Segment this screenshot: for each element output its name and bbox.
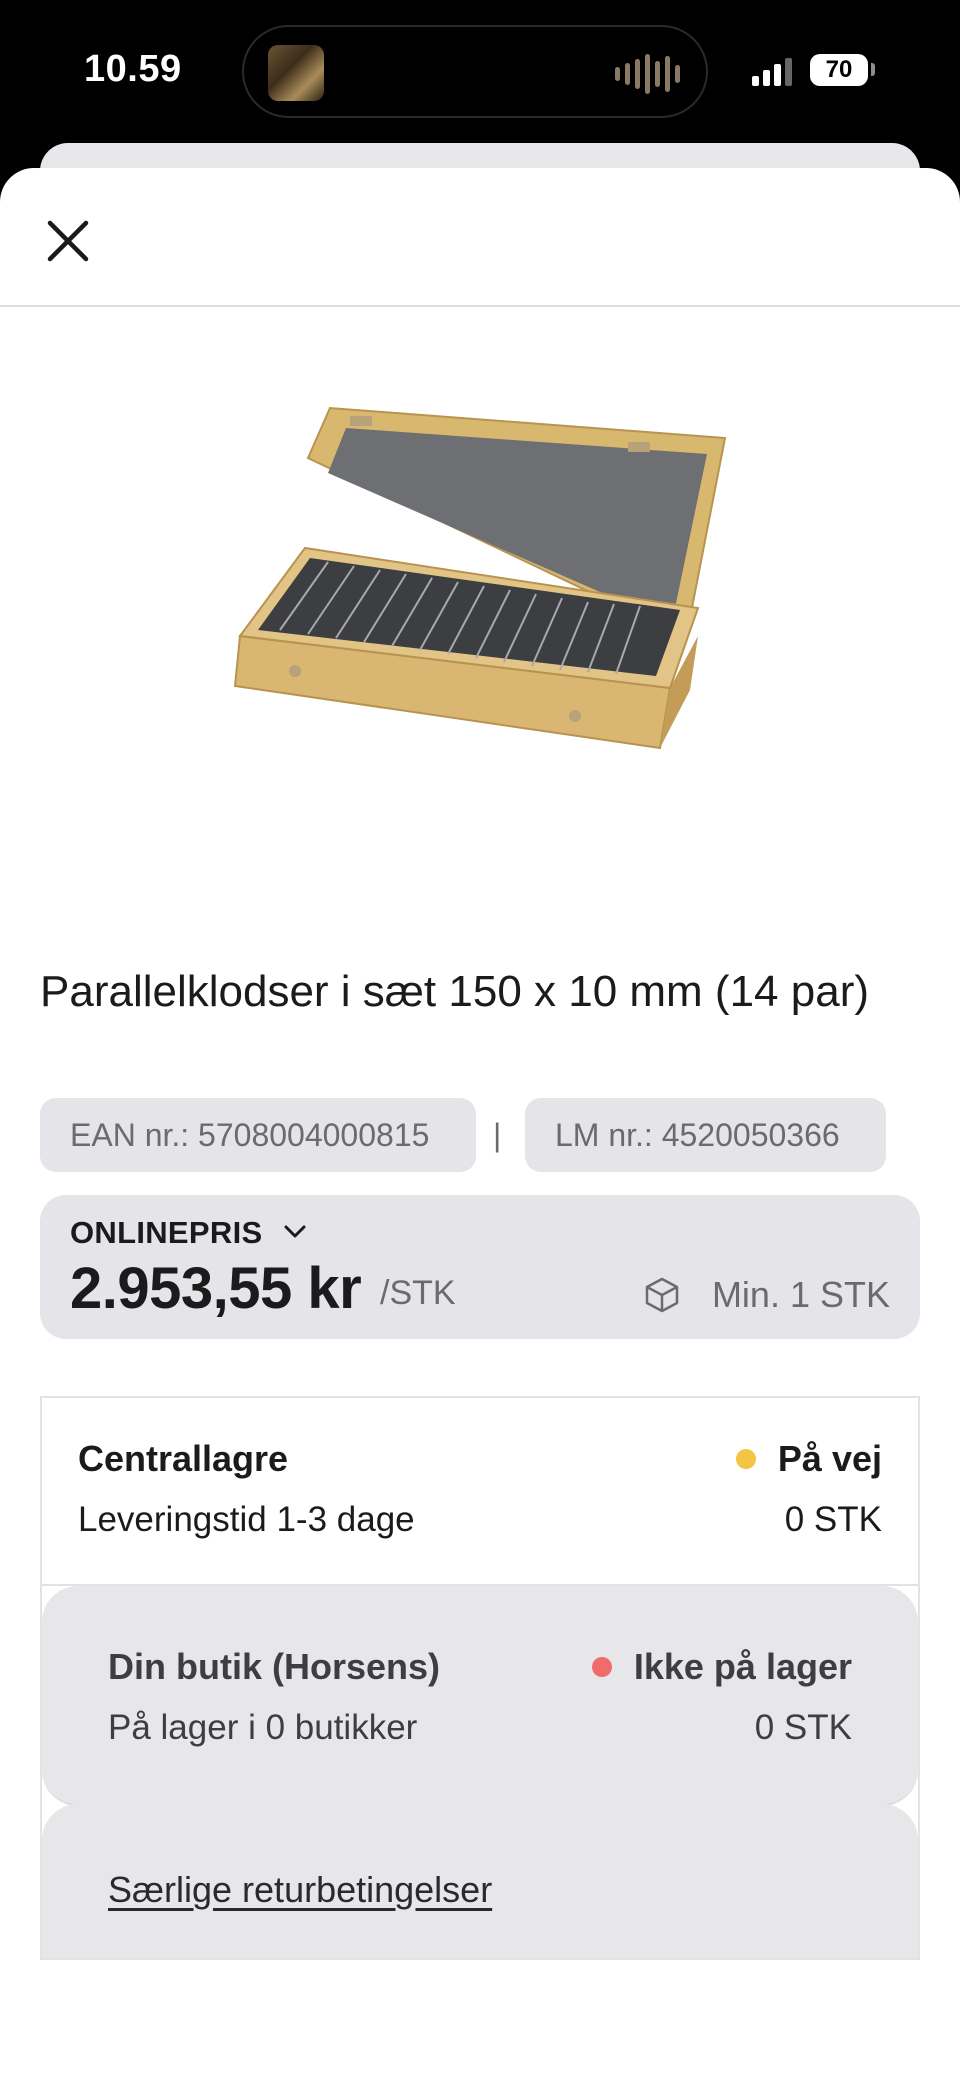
return-conditions-row: Særlige returbetingelser xyxy=(42,1804,918,1958)
chip-separator: | xyxy=(493,1117,502,1153)
status-time: 10.59 xyxy=(84,48,182,90)
status-dot-icon xyxy=(591,1657,612,1677)
battery-tip xyxy=(871,63,875,76)
now-playing-artwork xyxy=(268,45,324,101)
product-image xyxy=(233,406,727,750)
central-warehouse-title: Centrallagre xyxy=(78,1438,289,1479)
stock-row-store[interactable]: Din butik (Horsens) På lager i 0 butikke… xyxy=(42,1586,918,1806)
store-quantity: 0 STK xyxy=(754,1708,852,1747)
store-title: Din butik (Horsens) xyxy=(108,1646,441,1687)
store-status: Ikke på lager xyxy=(591,1646,852,1688)
return-conditions-link[interactable]: Særlige returbetingelser xyxy=(108,1869,492,1911)
price-value: 2.953,55 kr xyxy=(70,1256,362,1321)
status-dot-icon xyxy=(735,1449,756,1469)
audio-waveform-icon xyxy=(615,53,680,95)
central-quantity: 0 STK xyxy=(784,1500,882,1539)
package-icon xyxy=(645,1277,679,1313)
battery-icon: 70 xyxy=(810,54,868,86)
minimum-quantity: Min. 1 STK xyxy=(711,1274,890,1315)
store-availability: På lager i 0 butikker xyxy=(108,1708,418,1747)
central-status: På vej xyxy=(735,1438,882,1480)
ean-number-chip: EAN nr.: 5708004000815 xyxy=(40,1098,476,1172)
status-bar: 10.59 70 xyxy=(0,0,960,203)
lm-number-chip: LM nr.: 4520050366 xyxy=(525,1098,886,1172)
price-unit: /STK xyxy=(380,1274,456,1312)
header-divider xyxy=(0,305,960,307)
close-button[interactable] xyxy=(40,213,96,269)
stock-row-central: Centrallagre Leveringstid 1-3 dage På ve… xyxy=(42,1398,918,1586)
store-status-label: Ikke på lager xyxy=(633,1646,852,1687)
dynamic-island[interactable] xyxy=(242,25,708,118)
price-card: ONLINEPRIS 2.953,55 kr /STK Min. 1 STK xyxy=(40,1195,920,1339)
stock-card: Centrallagre Leveringstid 1-3 dage På ve… xyxy=(40,1396,920,1960)
central-status-label: På vej xyxy=(777,1438,882,1479)
close-icon xyxy=(47,220,89,262)
price-type-dropdown[interactable]: ONLINEPRIS xyxy=(70,1215,262,1251)
central-delivery-time: Leveringstid 1-3 dage xyxy=(78,1500,415,1539)
product-title: Parallelklodser i sæt 150 x 10 mm (14 pa… xyxy=(40,967,869,1016)
cellular-signal-icon xyxy=(752,56,792,86)
product-sheet: Parallelklodser i sæt 150 x 10 mm (14 pa… xyxy=(0,168,960,2081)
chevron-down-icon[interactable] xyxy=(280,1217,310,1247)
